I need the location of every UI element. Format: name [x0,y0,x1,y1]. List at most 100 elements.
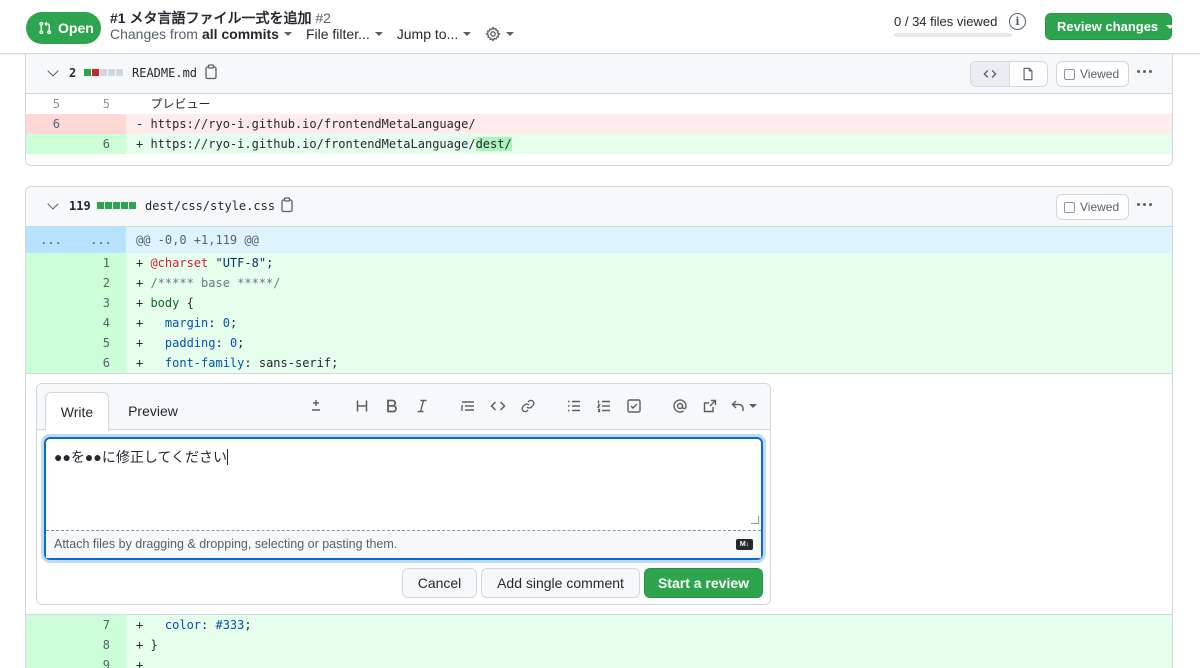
new-line-number[interactable]: 5 [76,94,126,114]
new-line-number[interactable]: 4 [76,313,126,333]
reference-icon[interactable] [695,396,725,416]
diff-prefix: + [136,638,151,652]
file-filter-dropdown[interactable]: File filter... [306,26,383,42]
diff-prefix: + [136,336,165,350]
viewed-checkbox[interactable]: Viewed [1056,194,1130,220]
rich-view-button[interactable] [1010,62,1048,86]
pr-state-label: Open [58,20,94,36]
add-single-comment-button[interactable]: Add single comment [481,568,640,598]
mention-icon[interactable] [665,396,695,416]
chevron-down-icon [374,32,383,36]
code-text: + https://ryo-i.github.io/frontendMetaLa… [126,134,1172,154]
kebab-icon[interactable] [1137,70,1152,73]
gear-icon [485,26,501,42]
pr-number: #2 [315,10,331,26]
heading-icon[interactable] [347,396,377,416]
suggestion-icon[interactable] [301,396,331,416]
start-review-button[interactable]: Start a review [644,568,763,598]
unordered-list-icon[interactable] [559,396,589,416]
file-name-link[interactable]: README.md [132,66,197,80]
code-text: + [126,655,1172,668]
resize-handle[interactable] [751,516,759,524]
code-view-button[interactable] [971,62,1010,86]
chevron-down-icon [506,32,515,36]
old-line-number[interactable] [26,313,76,333]
copy-icon[interactable] [280,197,294,213]
checkbox-icon [1064,68,1075,80]
new-line-number[interactable]: 9 [76,655,126,668]
file-icon [1023,67,1033,81]
old-line-number[interactable] [26,615,76,635]
old-line-number[interactable] [26,635,76,655]
code-text: + padding: 0; [126,333,1172,353]
viewed-checkbox[interactable]: Viewed [1056,61,1130,87]
link-icon[interactable] [513,396,543,416]
old-line-number[interactable] [26,293,76,313]
diff-line-added: 5 + padding: 0; [26,333,1172,353]
expand-down-button[interactable]: ... [76,227,126,253]
new-line-number[interactable]: 6 [76,134,126,154]
comment-form: Write Preview ●●を●●に修正してください Attach file… [36,383,771,605]
file-name-link[interactable]: dest/css/style.css [145,199,275,213]
file-filter-label: File filter... [305,26,370,42]
markdown-icon[interactable]: M↓ [736,539,753,550]
diffstat [97,202,136,209]
code-text: + margin: 0; [126,313,1172,333]
changes-from-dropdown[interactable]: Changes from all commits [110,26,292,42]
expand-up-button[interactable]: ... [26,227,76,253]
new-line-number[interactable]: 7 [76,615,126,635]
diff-settings-button[interactable] [485,26,515,42]
diff-prefix: + [136,356,165,370]
code-token: padding [164,336,216,350]
italic-icon[interactable] [407,396,437,416]
jump-to-dropdown[interactable]: Jump to... [396,26,472,42]
old-line-number[interactable] [26,134,76,154]
task-list-icon[interactable] [619,396,649,416]
new-line-number[interactable]: 8 [76,635,126,655]
jump-to-label: Jump to... [396,26,459,42]
code-icon[interactable] [483,396,513,416]
old-line-number[interactable] [26,655,76,668]
old-line-number[interactable] [26,273,76,293]
new-line-number[interactable]: 6 [76,353,126,373]
bold-icon[interactable] [377,396,407,416]
new-line-number[interactable]: 5 [76,333,126,353]
chevron-down-icon[interactable] [47,198,59,210]
diff-line-added: 3 + body { [26,293,1172,313]
review-changes-button[interactable]: Review changes [1045,13,1175,40]
diff-line-added: 2 + /***** base *****/ [26,273,1172,293]
tab-write[interactable]: Write [45,392,109,431]
comment-textarea[interactable]: ●●を●●に修正してください [46,439,761,531]
code-text: - https://ryo-i.github.io/frontendMetaLa… [136,117,476,131]
new-line-number[interactable]: 2 [76,273,126,293]
new-line-number[interactable]: 1 [76,253,126,273]
diff-line-added: 7 + color: #333; [26,615,1172,635]
changes-from-value: all commits [201,26,279,42]
chevron-down-icon[interactable] [47,65,59,77]
old-line-number[interactable]: 5 [26,94,76,114]
diff-line-added: 6 + https://ryo-i.github.io/frontendMeta… [26,134,1172,154]
quote-icon[interactable] [453,396,483,416]
old-line-number[interactable] [26,253,76,273]
attach-files-bar[interactable]: Attach files by dragging & dropping, sel… [46,531,761,558]
code-token: "UTF-8" [215,256,267,270]
code-token: : [215,336,230,350]
cancel-button[interactable]: Cancel [402,568,477,598]
new-line-number[interactable] [76,114,126,134]
markdown-toolbar [301,396,761,416]
chevron-down-icon [283,32,292,36]
kebab-icon[interactable] [1137,203,1152,206]
info-icon[interactable]: i [1009,13,1026,30]
copy-icon[interactable] [204,64,218,80]
changes-from-prefix: Changes from [110,26,198,42]
ordered-list-icon[interactable] [589,396,619,416]
old-line-number[interactable]: 6 [26,114,76,134]
reply-icon[interactable] [725,396,761,416]
code-token: color [164,618,202,632]
code-token: 0 [222,316,230,330]
new-line-number[interactable]: 3 [76,293,126,313]
old-line-number[interactable] [26,333,76,353]
diff-line-added: 4 + margin: 0; [26,313,1172,333]
old-line-number[interactable] [26,353,76,373]
tab-preview[interactable]: Preview [125,392,181,430]
